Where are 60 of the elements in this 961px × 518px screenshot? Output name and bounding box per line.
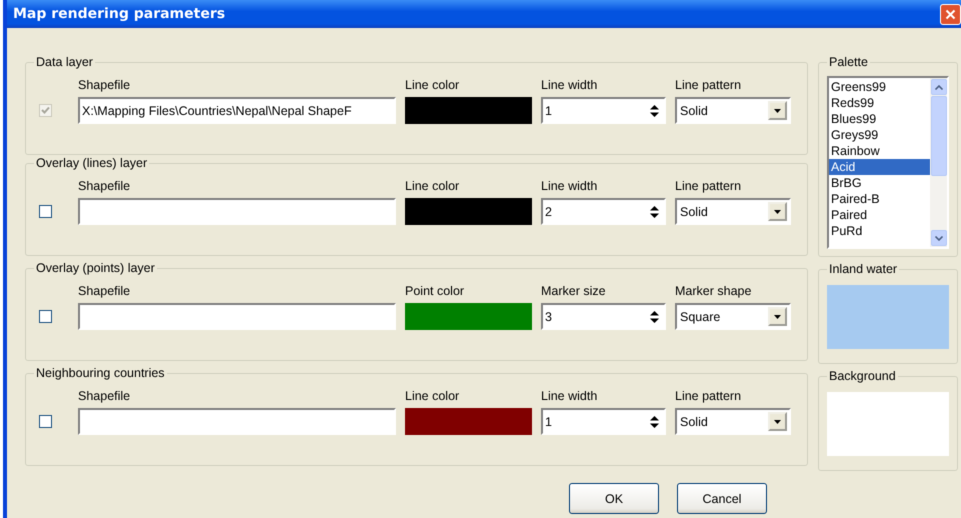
group-title: Neighbouring countries (34, 366, 167, 381)
spin-arrows-icon[interactable] (649, 204, 660, 218)
field-label: Marker shape (675, 283, 752, 299)
field-label: Shapefile (78, 283, 132, 299)
list-item[interactable]: Rainbow (829, 143, 930, 159)
field-label: Line pattern (675, 388, 742, 404)
inland-water-swatch[interactable] (827, 285, 949, 349)
list-item[interactable]: Greys99 (829, 127, 930, 143)
shapefile-field[interactable] (78, 198, 396, 225)
number-spinner[interactable]: 3 (541, 303, 666, 330)
color-swatch[interactable] (405, 408, 532, 435)
window-title: Map rendering parameters (13, 6, 226, 22)
field-label: Line pattern (675, 178, 742, 194)
list-item[interactable]: Greens99 (829, 79, 930, 95)
spin-arrows-icon[interactable] (649, 414, 660, 428)
list-item[interactable]: Acid (829, 159, 930, 175)
field-label: Line color (405, 178, 460, 194)
dropdown[interactable]: Solid (675, 408, 791, 435)
list-item[interactable]: PuRd (829, 223, 930, 239)
list-item[interactable]: Blues99 (829, 111, 930, 127)
checkbox[interactable] (39, 205, 52, 218)
field-label: Point color (405, 283, 466, 299)
dropdown[interactable]: Square (675, 303, 791, 330)
field-label: Shapefile (78, 388, 132, 404)
dialog-button[interactable]: Cancel (677, 483, 767, 514)
background-swatch[interactable] (827, 392, 949, 456)
scroll-thumb[interactable] (930, 96, 946, 176)
palette-list[interactable]: Greens99 Reds99 Blues99 Greys99 Rainbow Acid BrBG Paired-B Paired PuRd (827, 76, 949, 249)
number-spinner[interactable]: 1 (541, 408, 666, 435)
field-label: Shapefile (78, 77, 132, 93)
field-label: Marker size (541, 283, 607, 299)
scroll-up-icon[interactable] (930, 79, 946, 95)
group-title: Overlay (points) layer (34, 261, 157, 276)
shapefile-field[interactable] (78, 303, 396, 330)
field-label: Line width (541, 77, 598, 93)
field-label: Line color (405, 388, 460, 404)
close-icon[interactable] (940, 4, 961, 24)
color-swatch[interactable] (405, 303, 532, 330)
field-label: Line pattern (675, 77, 742, 93)
field-label: Line color (405, 77, 460, 93)
list-item[interactable]: BrBG (829, 175, 930, 191)
list-item[interactable]: Reds99 (829, 95, 930, 111)
group-title: Background (827, 369, 898, 384)
list-item[interactable]: Paired-B (829, 191, 930, 207)
group-title: Overlay (lines) layer (34, 156, 150, 171)
group-title: Data layer (34, 55, 95, 70)
spin-arrows-icon[interactable] (649, 104, 660, 118)
checkbox[interactable] (39, 415, 52, 428)
number-spinner[interactable]: 2 (541, 198, 666, 225)
checkbox[interactable] (39, 310, 52, 323)
dropdown[interactable]: Solid (675, 198, 791, 225)
color-swatch[interactable] (405, 198, 532, 225)
spin-arrows-icon[interactable] (649, 310, 660, 324)
field-label: Line width (541, 388, 598, 404)
field-label: Line width (541, 178, 598, 194)
scroll-down-icon[interactable] (930, 230, 946, 246)
dialog-button[interactable]: OK (569, 483, 659, 514)
field-label: Shapefile (78, 178, 132, 194)
list-item[interactable]: Paired (829, 207, 930, 223)
shapefile-field[interactable] (78, 408, 396, 435)
